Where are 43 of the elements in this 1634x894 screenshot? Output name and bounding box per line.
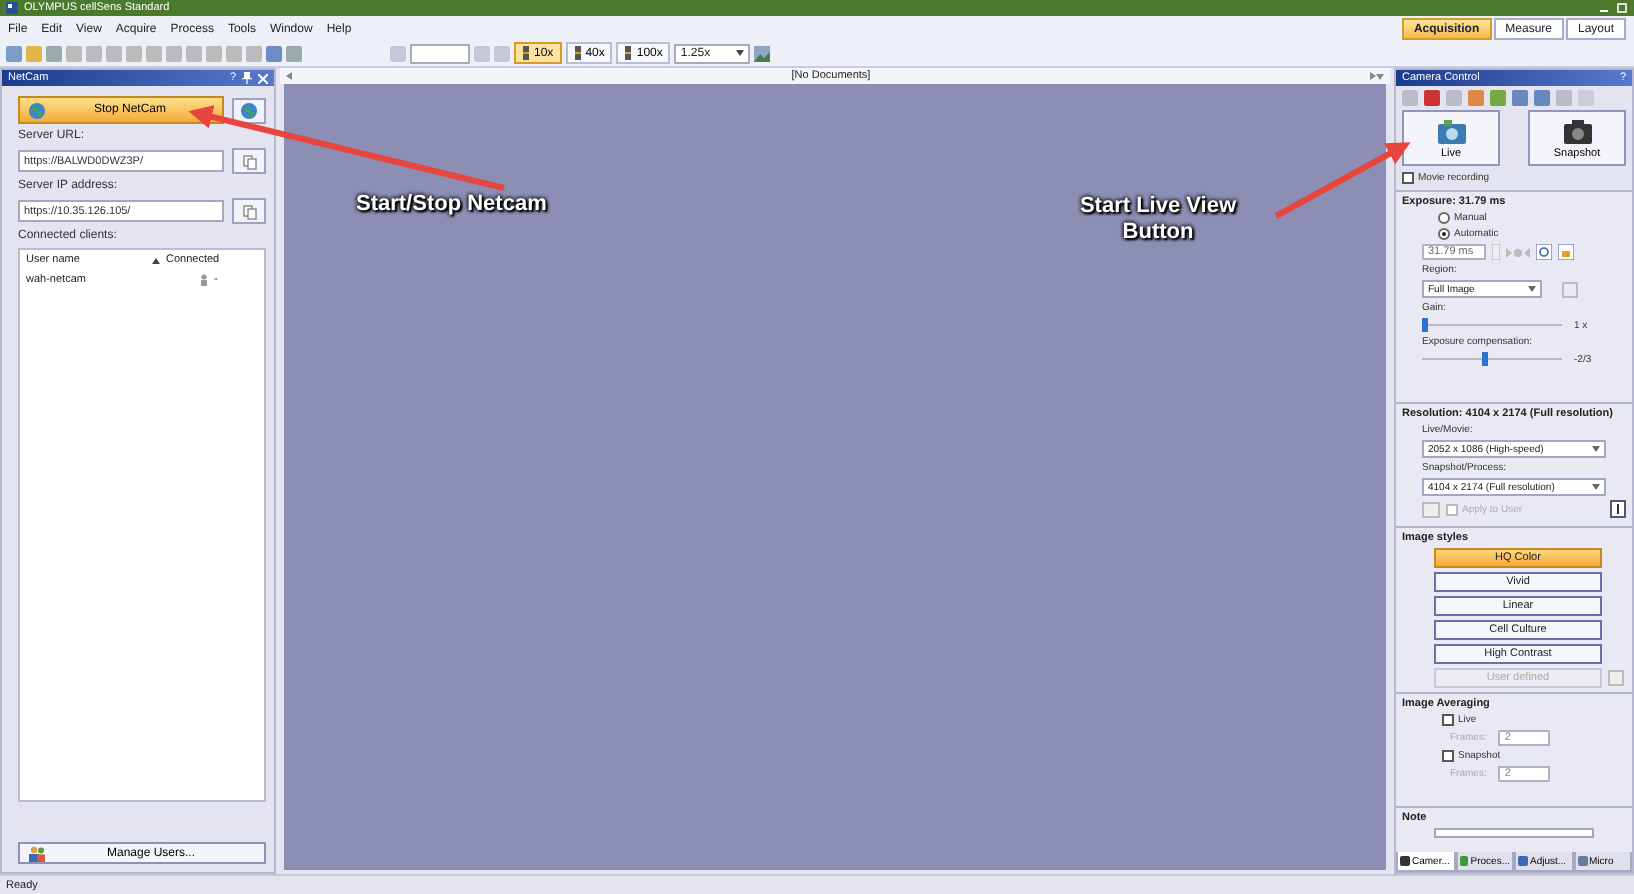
annotation-label: Start/Stop Netcam <box>356 192 547 218</box>
restore-icon[interactable] <box>1616 2 1628 14</box>
caret-icon <box>1528 286 1536 292</box>
copy-icon <box>241 153 257 169</box>
checkbox[interactable] <box>1442 750 1454 762</box>
caret-icon <box>1592 484 1600 490</box>
toolbar-icon[interactable] <box>390 45 406 61</box>
users-icon <box>28 845 46 861</box>
objective-icon <box>522 46 530 60</box>
compensation-slider-thumb[interactable] <box>1482 352 1488 366</box>
note-field[interactable] <box>1434 828 1594 838</box>
copy-icon <box>241 203 257 219</box>
user-icon <box>200 274 208 286</box>
copy-button[interactable] <box>232 198 266 224</box>
scroll-right-icon[interactable] <box>1370 72 1376 80</box>
objective-icon <box>573 46 582 60</box>
globe-icon <box>28 101 46 119</box>
camera-icon <box>1563 120 1591 144</box>
region-icon <box>1562 281 1578 297</box>
image-icon[interactable] <box>754 45 771 61</box>
network-button[interactable] <box>232 97 266 123</box>
caret-icon[interactable] <box>1376 73 1384 79</box>
playback-icon <box>1506 247 1530 257</box>
caret-icon <box>1592 446 1600 452</box>
caret-icon <box>736 50 745 56</box>
checkbox[interactable] <box>1442 714 1454 726</box>
auto-icon[interactable] <box>1536 244 1552 260</box>
radio-button[interactable] <box>1438 228 1450 240</box>
annotation-label: Start Live View Button <box>1077 194 1239 246</box>
radio-button[interactable] <box>1438 212 1450 224</box>
copy-button[interactable] <box>232 148 266 174</box>
sort-icon <box>152 257 160 263</box>
gain-slider-thumb[interactable] <box>1421 318 1428 332</box>
pin-icon[interactable] <box>242 72 252 84</box>
app-icon <box>6 2 18 14</box>
lock-icon[interactable] <box>1558 244 1574 260</box>
close-icon[interactable] <box>258 73 268 83</box>
scroll-left-icon[interactable] <box>286 72 292 80</box>
objective-icon <box>624 46 633 60</box>
globe-icon <box>240 101 258 119</box>
checkbox[interactable] <box>1402 172 1414 184</box>
objective-dropdown[interactable] <box>410 43 470 63</box>
camera-icon <box>1437 120 1465 144</box>
